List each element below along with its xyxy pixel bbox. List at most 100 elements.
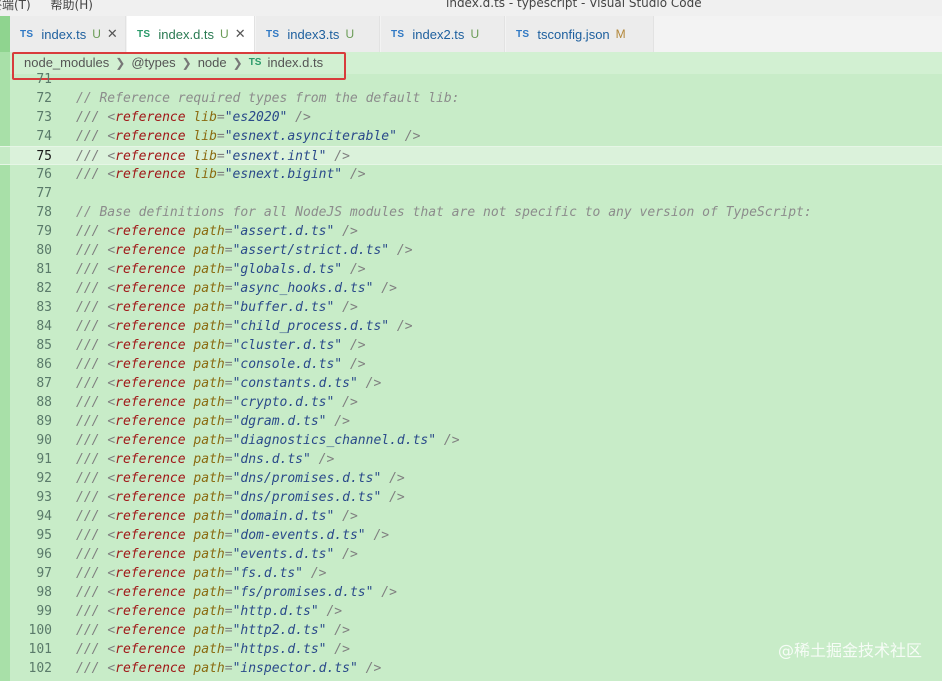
angle-bracket: <: [107, 528, 116, 543]
xml-attribute-name: path: [193, 414, 225, 429]
xml-attribute-value: "domain.d.ts": [232, 509, 335, 524]
code-line[interactable]: 98 /// <reference path="fs/promises.d.ts"…: [0, 583, 942, 602]
code-line[interactable]: 79 /// <reference path="assert.d.ts" />: [0, 222, 942, 241]
code-line[interactable]: 93 /// <reference path="dns/promises.d.ts…: [0, 488, 942, 507]
xml-attribute-value: "crypto.d.ts": [232, 395, 335, 410]
xml-tag-name: reference: [115, 243, 186, 258]
line-number: 97: [36, 566, 52, 581]
angle-bracket: <: [107, 338, 116, 353]
xml-tag-name: reference: [115, 471, 186, 486]
watermark: @稀土掘金技术社区: [777, 641, 922, 660]
code-line[interactable]: 84 /// <reference path="child_process.d.t…: [0, 317, 942, 336]
code-line[interactable]: 88 /// <reference path="crypto.d.ts" />: [0, 393, 942, 412]
code-line[interactable]: 81 /// <reference path="globals.d.ts" />: [0, 260, 942, 279]
code-line[interactable]: 86 /// <reference path="console.d.ts" />: [0, 355, 942, 374]
xml-attribute-value: "buffer.d.ts": [232, 300, 335, 315]
code-line[interactable]: 83 /// <reference path="buffer.d.ts" />: [0, 298, 942, 317]
equals-sign: =: [224, 471, 233, 486]
xml-tag-name: reference: [115, 452, 186, 467]
xml-attribute-value: "dgram.d.ts": [232, 414, 327, 429]
code-line[interactable]: 92 /// <reference path="dns/promises.d.ts…: [0, 469, 942, 488]
code-line[interactable]: 89 /// <reference path="dgram.d.ts" />: [0, 412, 942, 431]
code-text: /// <reference path="cluster.d.ts" />: [76, 336, 366, 355]
code-text: /// <reference path="dns/promises.d.ts" …: [76, 469, 405, 488]
tab-index-ts[interactable]: TS index.ts U ✕: [10, 16, 126, 52]
code-line[interactable]: 85 /// <reference path="cluster.d.ts" />: [0, 336, 942, 355]
code-editor[interactable]: 71 72 // Reference required types from the…: [0, 70, 942, 681]
xml-tag-name: reference: [115, 300, 186, 315]
line-number: 99: [36, 604, 52, 619]
code-text: /// <reference path="http.d.ts" />: [76, 602, 342, 621]
code-line[interactable]: 102 /// <reference path="inspector.d.ts" …: [0, 659, 942, 678]
code-line[interactable]: 87 /// <reference path="constants.d.ts" /…: [0, 374, 942, 393]
xml-attribute-name: path: [193, 224, 225, 239]
typescript-file-icon: TS: [20, 28, 34, 40]
code-line[interactable]: 97 /// <reference path="fs.d.ts" />: [0, 564, 942, 583]
code-line[interactable]: 77: [0, 184, 942, 203]
code-line[interactable]: 95 /// <reference path="dom-events.d.ts" …: [0, 526, 942, 545]
angle-bracket: <: [107, 547, 116, 562]
code-line[interactable]: 74 /// <reference lib="esnext.asynciterab…: [0, 127, 942, 146]
tab-tsconfig-json[interactable]: TS tsconfig.json M: [506, 16, 654, 52]
menu-item-terminal[interactable]: 终端(T): [0, 0, 31, 12]
angle-bracket: <: [107, 262, 116, 277]
xml-attribute-name: lib: [193, 149, 217, 164]
code-line[interactable]: 99 /// <reference path="http.d.ts" />: [0, 602, 942, 621]
xml-attribute-value: "http.d.ts": [232, 604, 319, 619]
code-line[interactable]: 78 // Base definitions for all NodeJS mod…: [0, 203, 942, 222]
code-line[interactable]: 72 // Reference required types from the d…: [0, 89, 942, 108]
line-number: 94: [36, 509, 52, 524]
equals-sign: =: [224, 224, 233, 239]
tag-close: />: [357, 376, 382, 391]
tab-index3-ts[interactable]: TS index3.ts U: [256, 16, 380, 52]
code-text: /// <reference path="dom-events.d.ts" />: [76, 526, 389, 545]
code-line[interactable]: 75 /// <reference lib="esnext.intl" />: [0, 146, 942, 165]
code-line[interactable]: 71: [0, 70, 942, 89]
line-number: 83: [36, 300, 52, 315]
tab-index-d-ts[interactable]: TS index.d.ts U ✕: [127, 16, 255, 52]
triple-slash-prefix: ///: [76, 414, 108, 429]
tab-label: index.d.ts: [158, 26, 215, 42]
close-icon[interactable]: ✕: [107, 26, 118, 42]
tab-index2-ts[interactable]: TS index2.ts U: [381, 16, 505, 52]
xml-attribute-name: path: [193, 471, 225, 486]
code-line[interactable]: 96 /// <reference path="events.d.ts" />: [0, 545, 942, 564]
code-text: /// <reference lib="esnext.intl" />: [76, 147, 350, 166]
modified-status-badge: M: [615, 27, 626, 41]
code-line[interactable]: 91 /// <reference path="dns.d.ts" />: [0, 450, 942, 469]
tag-close: />: [436, 433, 460, 448]
xml-attribute-name: path: [193, 433, 225, 448]
xml-attribute-name: path: [193, 262, 225, 277]
triple-slash-prefix: ///: [76, 300, 108, 315]
xml-tag-name: reference: [115, 376, 186, 391]
line-number: 75: [36, 149, 52, 164]
tag-close: />: [303, 566, 327, 581]
tag-close: />: [326, 642, 350, 657]
line-number: 87: [36, 376, 52, 391]
typescript-file-icon: TS: [516, 28, 530, 40]
code-line[interactable]: 90 /// <reference path="diagnostics_chann…: [0, 431, 942, 450]
code-line[interactable]: 73 /// <reference lib="es2020" />: [0, 108, 942, 127]
tag-close: />: [318, 604, 343, 619]
xml-attribute-value: "fs/promises.d.ts": [232, 585, 374, 600]
code-line[interactable]: 94 /// <reference path="domain.d.ts" />: [0, 507, 942, 526]
xml-tag-name: reference: [115, 585, 186, 600]
xml-tag-name: reference: [115, 281, 186, 296]
code-line[interactable]: 80 /// <reference path="assert/strict.d.t…: [0, 241, 942, 260]
code-line[interactable]: 76 /// <reference lib="esnext.bigint" />: [0, 165, 942, 184]
xml-attribute-value: "dns/promises.d.ts": [232, 490, 382, 505]
code-line[interactable]: 82 /// <reference path="async_hooks.d.ts"…: [0, 279, 942, 298]
line-number: 84: [36, 319, 52, 334]
xml-attribute-value: "fs.d.ts": [232, 566, 304, 581]
angle-bracket: <: [107, 224, 116, 239]
menu-item-help[interactable]: 帮助(H): [51, 0, 93, 12]
xml-tag-name: reference: [115, 623, 186, 638]
triple-slash-prefix: ///: [76, 357, 108, 372]
equals-sign: =: [224, 547, 233, 562]
close-icon[interactable]: ✕: [235, 26, 246, 42]
line-number: 73: [36, 110, 52, 125]
xml-tag-name: reference: [115, 642, 186, 657]
xml-attribute-value: "assert.d.ts": [232, 224, 335, 239]
triple-slash-prefix: ///: [76, 281, 108, 296]
triple-slash-prefix: ///: [76, 110, 108, 125]
